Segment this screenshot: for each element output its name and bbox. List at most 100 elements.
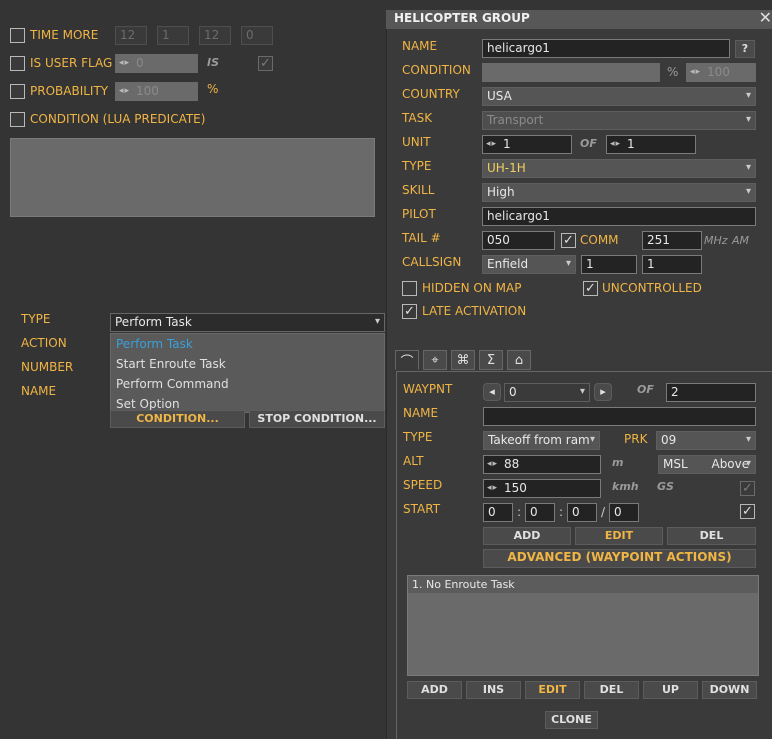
gs-checkbox[interactable] xyxy=(740,481,755,496)
start-checkbox[interactable] xyxy=(740,504,755,519)
time-more-seconds[interactable]: 12 xyxy=(199,26,231,45)
waypoint-type-label: TYPE xyxy=(403,430,433,444)
condition-lua-checkbox[interactable] xyxy=(10,112,25,127)
clone-button[interactable]: CLONE xyxy=(545,711,598,729)
hidden-on-map-checkbox[interactable] xyxy=(402,281,417,296)
callsign-dropdown[interactable]: Enfield xyxy=(482,255,576,274)
triggers-tab[interactable]: ⌘ xyxy=(451,350,475,370)
action-edit-button[interactable]: EDIT xyxy=(525,681,580,699)
task-dropdown[interactable]: Transport xyxy=(482,111,756,130)
action-type-dropdown[interactable]: Perform Task xyxy=(110,313,385,332)
time-more-label: TIME MORE xyxy=(30,28,99,42)
waypoint-type-dropdown[interactable]: Takeoff from ram xyxy=(483,431,600,450)
waypoint-of-label: OF xyxy=(637,383,654,396)
waypoint-count-input[interactable]: 2 xyxy=(666,383,756,402)
alt-label: ALT xyxy=(403,454,424,468)
condition-button[interactable]: CONDITION... xyxy=(110,410,245,428)
callsign-number-2[interactable]: 1 xyxy=(642,255,702,274)
menu-item-start-enroute-task[interactable]: Start Enroute Task xyxy=(111,354,384,374)
time-more-checkbox[interactable] xyxy=(10,28,25,43)
group-condition-input[interactable] xyxy=(482,63,660,82)
waypoint-edit-button[interactable]: EDIT xyxy=(575,527,663,545)
triggers-icon: ⌘ xyxy=(456,352,470,368)
payload-tab[interactable]: ⌂ xyxy=(507,350,531,370)
menu-item-perform-task[interactable]: Perform Task xyxy=(111,334,384,354)
comm-frequency-input[interactable]: 251 xyxy=(642,231,702,250)
name-label: NAME xyxy=(402,39,438,53)
comm-checkbox[interactable] xyxy=(561,233,576,248)
target-icon: ⌖ xyxy=(431,352,439,368)
summary-tab[interactable]: Σ xyxy=(479,350,503,370)
pilot-input[interactable]: helicargo1 xyxy=(482,207,756,226)
hidden-on-map-label: HIDDEN ON MAP xyxy=(422,281,522,295)
user-flag-spinner[interactable]: 0 xyxy=(115,54,198,73)
stop-condition-button[interactable]: STOP CONDITION... xyxy=(249,410,385,428)
action-down-button[interactable]: DOWN xyxy=(702,681,757,699)
uncontrolled-label: UNCONTROLLED xyxy=(602,281,702,295)
waypnt-label: WAYPNT xyxy=(403,382,453,396)
waypoint-name-input[interactable] xyxy=(483,407,756,426)
prev-waypoint-button[interactable]: ◂ xyxy=(483,383,501,401)
group-name-input[interactable]: helicargo1 xyxy=(482,39,730,58)
route-tab[interactable]: ⌒ xyxy=(395,350,419,370)
waypoint-dropdown[interactable]: 0 xyxy=(504,383,590,402)
action-del-button[interactable]: DEL xyxy=(584,681,639,699)
unit-of-spinner[interactable]: 1 xyxy=(606,135,696,154)
probability-checkbox[interactable] xyxy=(10,84,25,99)
uncontrolled-checkbox[interactable] xyxy=(583,281,598,296)
tail-label: TAIL # xyxy=(402,231,441,245)
unit-label: UNIT xyxy=(402,135,431,149)
advanced-waypoint-actions-button[interactable]: ADVANCED (WAYPOINT ACTIONS) xyxy=(483,549,756,568)
late-activation-checkbox[interactable] xyxy=(402,304,417,319)
unit-of-label: OF xyxy=(580,137,597,150)
waypoint-del-button[interactable]: DEL xyxy=(667,527,756,545)
altitude-spinner[interactable]: 88 xyxy=(483,455,601,474)
menu-item-perform-command[interactable]: Perform Command xyxy=(111,374,384,394)
action-type-label: TYPE xyxy=(21,312,51,326)
condition-label: CONDITION xyxy=(402,63,471,77)
summary-icon: Σ xyxy=(486,352,496,368)
time-more-minutes[interactable]: 1 xyxy=(157,26,189,45)
target-tab[interactable]: ⌖ xyxy=(423,350,447,370)
next-waypoint-button[interactable]: ▸ xyxy=(594,383,612,401)
start-slash: / xyxy=(601,505,606,519)
action-up-button[interactable]: UP xyxy=(643,681,698,699)
lua-predicate-textarea[interactable] xyxy=(10,138,375,217)
alt-reference: MSL xyxy=(663,457,688,471)
callsign-number-1[interactable]: 1 xyxy=(581,255,637,274)
condition-probability-spinner[interactable]: 100 xyxy=(686,63,756,82)
user-flag-value-checkbox[interactable] xyxy=(258,56,273,71)
waypoint-add-button[interactable]: ADD xyxy=(483,527,571,545)
action-add-button[interactable]: ADD xyxy=(407,681,462,699)
probability-spinner[interactable]: 100 xyxy=(115,82,198,101)
country-label: COUNTRY xyxy=(402,87,460,101)
start-day[interactable]: 0 xyxy=(609,503,639,522)
skill-label: SKILL xyxy=(402,183,435,197)
is-user-flag-checkbox[interactable] xyxy=(10,56,25,71)
start-colon-2: : xyxy=(559,505,564,519)
list-item[interactable]: 1. No Enroute Task xyxy=(408,576,758,593)
am-label: AM xyxy=(732,234,750,247)
arrow-left-icon: ◂ xyxy=(489,385,495,398)
close-icon[interactable]: ✕ xyxy=(759,8,772,27)
start-hours[interactable]: 0 xyxy=(483,503,513,522)
speed-spinner[interactable]: 150 xyxy=(483,479,601,498)
task-label: TASK xyxy=(402,111,433,125)
tail-number-input[interactable]: 050 xyxy=(482,231,555,250)
action-ins-button[interactable]: INS xyxy=(466,681,521,699)
parking-dropdown[interactable]: 09 xyxy=(656,431,756,450)
comm-label: COMM xyxy=(580,233,619,247)
unit-spinner[interactable]: 1 xyxy=(482,135,572,154)
skill-dropdown[interactable]: High xyxy=(482,183,756,202)
probability-unit: % xyxy=(207,82,219,96)
time-more-extra[interactable]: 0 xyxy=(241,26,273,45)
action-type-menu: Perform Task Start Enroute Task Perform … xyxy=(110,333,385,413)
time-more-hours[interactable]: 12 xyxy=(115,26,147,45)
alt-reference-dropdown[interactable]: MSL Above xyxy=(658,455,756,474)
start-minutes[interactable]: 0 xyxy=(525,503,555,522)
waypoint-actions-list: 1. No Enroute Task xyxy=(407,575,759,676)
country-dropdown[interactable]: USA xyxy=(482,87,756,106)
aircraft-type-dropdown[interactable]: UH-1H xyxy=(482,159,756,178)
help-button[interactable]: ? xyxy=(735,40,755,58)
start-seconds[interactable]: 0 xyxy=(567,503,597,522)
